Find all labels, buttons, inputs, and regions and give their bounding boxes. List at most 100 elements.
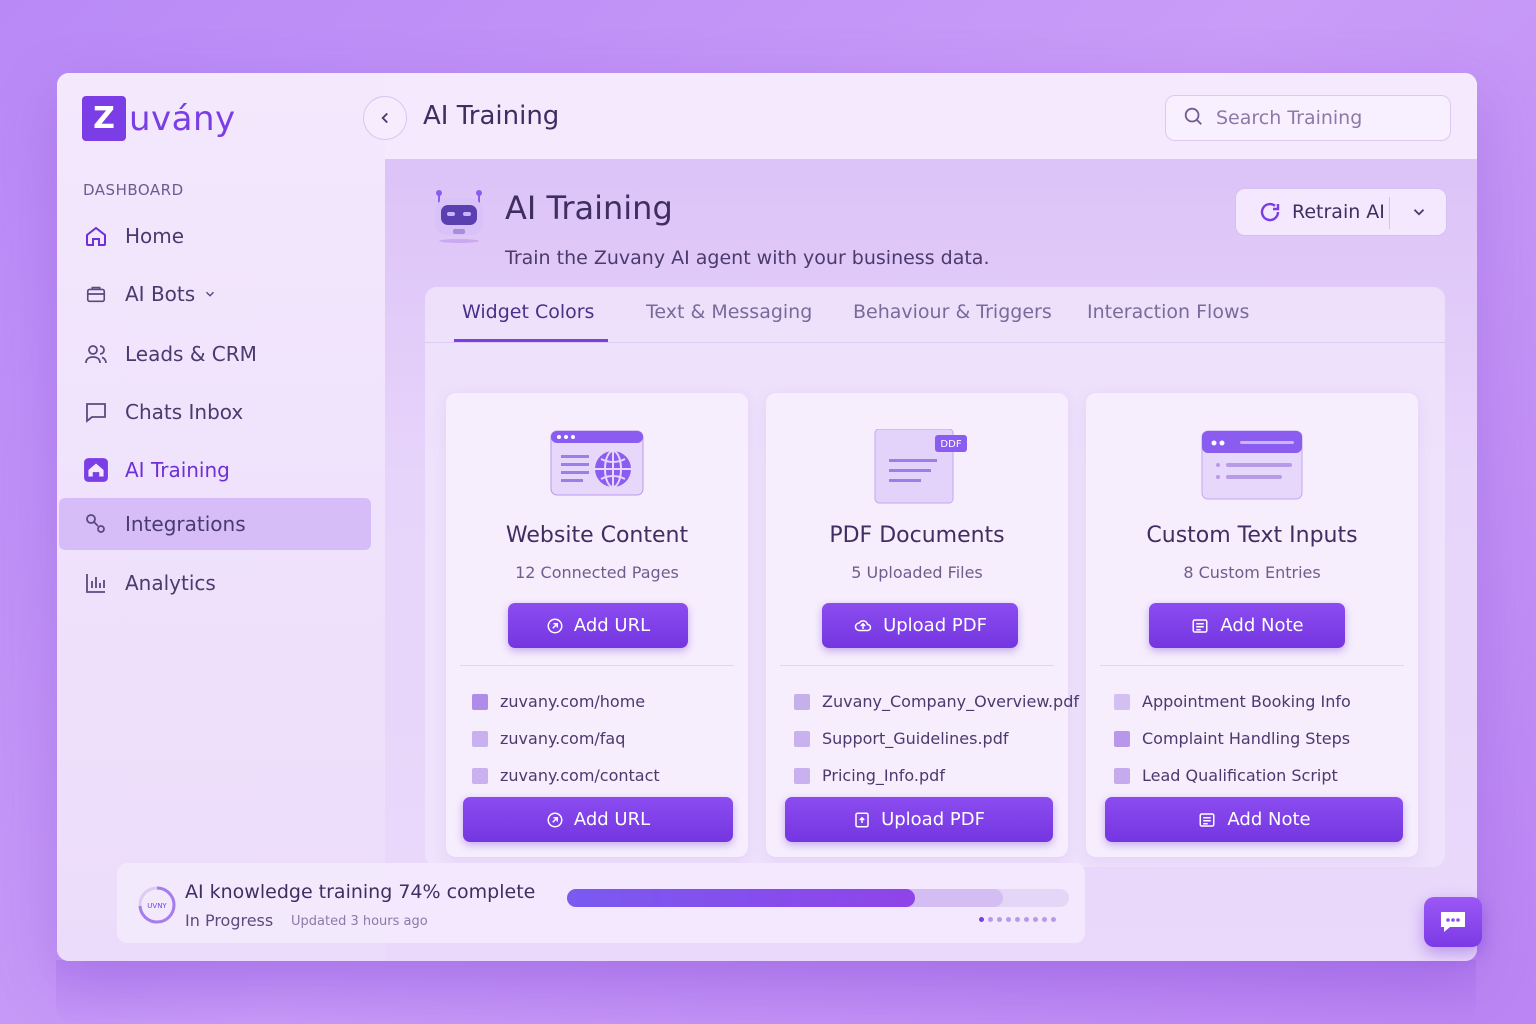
training-progress: UVNY AI knowledge training 74% complete …: [117, 863, 1085, 943]
link-icon: [546, 811, 564, 829]
sidebar-item-ai-bots[interactable]: AI Bots: [59, 268, 371, 320]
divider: [780, 665, 1054, 666]
back-button[interactable]: [363, 96, 407, 140]
retrain-label: Retrain AI: [1292, 201, 1385, 223]
tab-text-messaging[interactable]: Text & Messaging: [646, 301, 812, 323]
item-label: zuvany.com/contact: [500, 766, 660, 785]
logo[interactable]: Z uvány: [82, 96, 236, 141]
list-item[interactable]: Support_Guidelines.pdf: [794, 720, 1079, 757]
progress-ring-icon: UVNY: [137, 885, 177, 929]
button-label: Add URL: [573, 615, 651, 636]
sidebar-item-label: AI Bots: [125, 282, 196, 306]
refresh-icon: [1258, 200, 1282, 224]
card-title: Custom Text Inputs: [1146, 523, 1358, 548]
sidebar-item-ai-training[interactable]: AI Training: [59, 444, 371, 496]
analytics-icon: [83, 570, 109, 596]
button-label: Upload PDF: [881, 809, 985, 830]
users-icon: [83, 341, 109, 367]
divider: [1100, 665, 1404, 666]
retrain-ai-button[interactable]: Retrain AI: [1235, 188, 1447, 236]
top-bar: AI Training: [363, 73, 1477, 159]
sidebar-item-label: Integrations: [125, 512, 246, 536]
chevron-down-icon: [203, 282, 217, 306]
mail-icon: [1114, 767, 1130, 784]
page-title: AI Training: [505, 189, 673, 227]
background-reflection: [56, 960, 1476, 1024]
tab-widget-colors[interactable]: Widget Colors: [462, 301, 594, 323]
note-icon: [1197, 811, 1217, 829]
search-box[interactable]: [1165, 95, 1451, 141]
file-icon: [794, 693, 810, 710]
card-subtitle: 8 Custom Entries: [1183, 563, 1321, 582]
upload-pdf-footer-button[interactable]: Upload PDF: [785, 797, 1053, 842]
chat-widget-button[interactable]: [1424, 897, 1482, 947]
main-content: AI Training Train the Zuvany AI agent wi…: [385, 159, 1477, 961]
list-item[interactable]: zuvany.com/contact: [472, 757, 660, 794]
pdf-document-icon: DDF: [766, 429, 1068, 509]
sidebar: Z uvány DASHBOARD Home AI Bots Leads & C…: [57, 73, 385, 961]
list-item[interactable]: zuvany.com/faq: [472, 720, 660, 757]
chat-bubble-icon: [1441, 912, 1465, 932]
tab-bar: Widget Colors Text & Messaging Behaviour…: [425, 287, 1445, 343]
file-icon: [794, 767, 810, 784]
list-item[interactable]: Appointment Booking Info: [1114, 683, 1351, 720]
list-item[interactable]: Complaint Handling Steps: [1114, 720, 1351, 757]
item-list: Zuvany_Company_Overview.pdf Support_Guid…: [794, 683, 1079, 794]
item-label: Lead Qualification Script: [1142, 766, 1338, 785]
ring-label: UVNY: [147, 902, 167, 910]
card-subtitle: 12 Connected Pages: [515, 563, 679, 582]
button-label: Add URL: [573, 809, 651, 830]
tab-interaction-flows[interactable]: Interaction Flows: [1087, 301, 1249, 323]
list-item[interactable]: Pricing_Info.pdf: [794, 757, 1079, 794]
add-note-button[interactable]: Add Note: [1149, 603, 1345, 648]
sidebar-item-leads-crm[interactable]: Leads & CRM: [59, 328, 371, 380]
file-icon: [794, 730, 810, 747]
item-list: zuvany.com/home zuvany.com/faq zuvany.co…: [472, 683, 660, 794]
integrations-icon: [83, 511, 109, 537]
add-note-footer-button[interactable]: Add Note: [1105, 797, 1403, 842]
card-title: PDF Documents: [829, 523, 1005, 548]
upload-pdf-button[interactable]: Upload PDF: [822, 603, 1018, 648]
card-website-content: Website Content 12 Connected Pages Add U…: [446, 393, 748, 857]
page-icon: [472, 730, 488, 747]
sidebar-item-chats-inbox[interactable]: Chats Inbox: [59, 386, 371, 438]
training-panel: Widget Colors Text & Messaging Behaviour…: [425, 287, 1445, 867]
sidebar-item-label: Analytics: [125, 571, 216, 595]
item-label: zuvany.com/faq: [500, 729, 626, 748]
item-label: Pricing_Info.pdf: [822, 766, 945, 785]
list-item[interactable]: Zuvany_Company_Overview.pdf: [794, 683, 1079, 720]
item-label: Appointment Booking Info: [1142, 692, 1351, 711]
sidebar-item-label: Leads & CRM: [125, 342, 257, 366]
add-url-button[interactable]: Add URL: [508, 603, 688, 648]
tab-behaviour-triggers[interactable]: Behaviour & Triggers: [853, 301, 1052, 323]
cloud-upload-icon: [853, 617, 873, 635]
page-subtitle: Train the Zuvany AI agent with your busi…: [505, 247, 990, 269]
card-title: Website Content: [505, 523, 689, 548]
website-globe-icon: [446, 429, 748, 509]
item-list: Appointment Booking Info Complaint Handl…: [1114, 683, 1351, 794]
divider: [460, 665, 734, 666]
item-label: Complaint Handling Steps: [1142, 729, 1351, 748]
add-url-footer-button[interactable]: Add URL: [463, 797, 733, 842]
progress-status: In Progress: [185, 911, 274, 930]
text-window-icon: [1086, 429, 1418, 509]
progress-fill: [567, 889, 915, 907]
list-item[interactable]: Lead Qualification Script: [1114, 757, 1351, 794]
header-title: AI Training: [423, 101, 560, 131]
item-label: Zuvany_Company_Overview.pdf: [822, 692, 1079, 711]
pagination-dots[interactable]: [979, 917, 1060, 922]
sidebar-item-integrations[interactable]: Integrations: [59, 498, 371, 550]
sidebar-item-analytics[interactable]: Analytics: [59, 557, 371, 609]
sidebar-item-home[interactable]: Home: [59, 210, 371, 262]
edit-icon: [1114, 730, 1130, 747]
divider: [1389, 197, 1390, 229]
list-item[interactable]: zuvany.com/home: [472, 683, 660, 720]
app-window: Z uvány DASHBOARD Home AI Bots Leads & C…: [57, 73, 1477, 961]
page-icon: [472, 693, 488, 710]
search-input[interactable]: [1216, 107, 1426, 129]
training-icon: [83, 457, 109, 483]
button-label: Add Note: [1220, 615, 1304, 636]
upload-file-icon: [853, 811, 871, 829]
chevron-down-icon[interactable]: [1410, 203, 1428, 225]
home-icon: [83, 223, 109, 249]
